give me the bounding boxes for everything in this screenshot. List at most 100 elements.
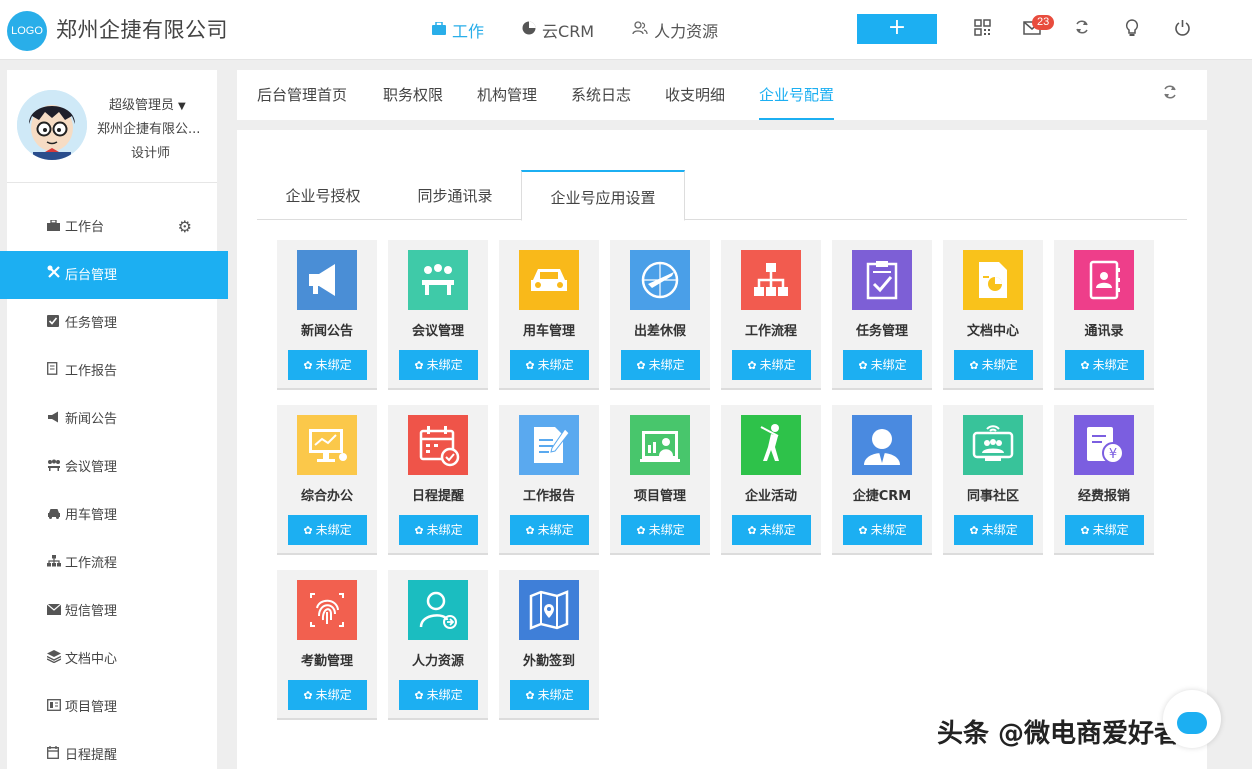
add-button[interactable]: + (857, 14, 937, 44)
bind-button[interactable]: ✿ 未绑定 (621, 515, 700, 545)
app-card[interactable]: ¥ 经费报销 ✿ 未绑定 (1054, 405, 1154, 555)
bind-button[interactable]: ✿ 未绑定 (288, 350, 367, 380)
sidebar-item-docs[interactable]: 文档中心 (7, 635, 217, 683)
office-icon (297, 415, 357, 475)
tab-organization[interactable]: 机构管理 (477, 70, 537, 120)
bind-button[interactable]: ✿ 未绑定 (510, 350, 589, 380)
sidebar-item-reports[interactable]: 工作报告 (7, 347, 217, 395)
bind-button-label: 未绑定 (537, 523, 574, 537)
bind-button[interactable]: ✿ 未绑定 (843, 515, 922, 545)
app-card[interactable]: 新闻公告 ✿ 未绑定 (277, 240, 377, 390)
mail-badge: 23 (1032, 15, 1055, 30)
app-card[interactable]: 工作流程 ✿ 未绑定 (721, 240, 821, 390)
tab-system-log[interactable]: 系统日志 (571, 70, 631, 120)
app-card[interactable]: 外勤签到 ✿ 未绑定 (499, 570, 599, 720)
avatar[interactable] (17, 90, 87, 160)
app-name: 工作流程 (744, 324, 797, 339)
app-card[interactable]: 综合办公 ✿ 未绑定 (277, 405, 377, 555)
bind-button[interactable]: ✿ 未绑定 (954, 350, 1033, 380)
tab-permissions[interactable]: 职务权限 (383, 70, 443, 120)
community-icon (963, 415, 1023, 475)
sidebar-item-projects[interactable]: 项目管理 (7, 683, 217, 731)
app-card[interactable]: 通讯录 ✿ 未绑定 (1054, 240, 1154, 390)
user-role[interactable]: 超级管理员 ▼ (109, 94, 186, 113)
app-name: 工作报告 (522, 489, 575, 504)
gear-icon: ✿ (303, 689, 313, 702)
topnav-hr-label: 人力资源 (654, 22, 719, 41)
app-card[interactable]: 企业活动 ✿ 未绑定 (721, 405, 821, 555)
app-card[interactable]: 同事社区 ✿ 未绑定 (943, 405, 1043, 555)
sidebar-item-label: 日程提醒 (65, 748, 118, 763)
gear-icon: ✿ (1080, 359, 1090, 372)
gear-icon[interactable]: ⚙ (178, 203, 192, 251)
app-card[interactable]: 会议管理 ✿ 未绑定 (388, 240, 488, 390)
sidebar-item-cars[interactable]: 用车管理 (7, 491, 217, 539)
topnav-crm[interactable]: 云CRM (522, 0, 594, 60)
bind-button[interactable]: ✿ 未绑定 (954, 515, 1033, 545)
subtab-sync-contacts[interactable]: 同步通讯录 (395, 170, 515, 220)
bind-button[interactable]: ✿ 未绑定 (510, 515, 589, 545)
app-card[interactable]: 任务管理 ✿ 未绑定 (832, 240, 932, 390)
bind-button[interactable]: ✿ 未绑定 (399, 350, 478, 380)
bind-button-label: 未绑定 (1092, 358, 1129, 372)
tab-enterprise-config[interactable]: 企业号配置 (759, 70, 835, 120)
bind-button-label: 未绑定 (1092, 523, 1129, 537)
subtab-authorization[interactable]: 企业号授权 (264, 170, 382, 220)
app-card[interactable]: 日程提醒 ✿ 未绑定 (388, 405, 488, 555)
bind-button[interactable]: ✿ 未绑定 (1065, 515, 1144, 545)
sidebar-item-label: 新闻公告 (65, 412, 118, 427)
bind-button-label: 未绑定 (648, 358, 685, 372)
bind-button[interactable]: ✿ 未绑定 (288, 515, 367, 545)
bind-button[interactable]: ✿ 未绑定 (732, 350, 811, 380)
sidebar-item-news[interactable]: 新闻公告 (7, 395, 217, 443)
bind-button[interactable]: ✿ 未绑定 (732, 515, 811, 545)
topnav-hr[interactable]: 人力资源 (632, 0, 718, 60)
app-name: 出差休假 (633, 324, 686, 339)
bind-button[interactable]: ✿ 未绑定 (399, 515, 478, 545)
caret-down-icon: ▼ (178, 101, 186, 112)
company-name: 郑州企捷有限公司 (56, 18, 228, 42)
gear-icon: ✿ (525, 524, 535, 537)
sidebar-item-workflow[interactable]: 工作流程 (7, 539, 217, 587)
sidebar-item-schedule[interactable]: 日程提醒 (7, 731, 217, 769)
bind-button-label: 未绑定 (981, 523, 1018, 537)
lightbulb-icon[interactable] (1121, 19, 1143, 41)
refresh-icon[interactable] (1071, 19, 1093, 41)
gear-icon: ✿ (414, 689, 424, 702)
app-card[interactable]: 企捷CRM ✿ 未绑定 (832, 405, 932, 555)
bind-button-label: 未绑定 (648, 523, 685, 537)
sidebar-item-tasks[interactable]: 任务管理 (7, 299, 217, 347)
bind-button[interactable]: ✿ 未绑定 (510, 680, 589, 710)
user-profile: 超级管理员 ▼ 郑州企捷有限公... 设计师 (7, 70, 217, 183)
app-card[interactable]: 用车管理 ✿ 未绑定 (499, 240, 599, 390)
app-card[interactable]: 考勤管理 ✿ 未绑定 (277, 570, 377, 720)
bind-button[interactable]: ✿ 未绑定 (399, 680, 478, 710)
report-icon (519, 415, 579, 475)
sidebar-item-sms[interactable]: 短信管理 (7, 587, 217, 635)
app-card[interactable]: 工作报告 ✿ 未绑定 (499, 405, 599, 555)
sidebar-item-backend[interactable]: 后台管理 (0, 251, 228, 299)
refresh-icon[interactable] (1162, 84, 1178, 105)
bind-button[interactable]: ✿ 未绑定 (1065, 350, 1144, 380)
power-icon[interactable] (1171, 19, 1193, 41)
app-name: 企业活动 (744, 489, 797, 504)
checkbox-icon (47, 299, 65, 347)
app-card[interactable]: 出差休假 ✿ 未绑定 (610, 240, 710, 390)
qrcode-icon[interactable] (971, 19, 993, 41)
app-card[interactable]: 文档中心 ✿ 未绑定 (943, 240, 1043, 390)
topnav-work[interactable]: 工作 (432, 0, 484, 60)
app-card[interactable]: 项目管理 ✿ 未绑定 (610, 405, 710, 555)
bind-button[interactable]: ✿ 未绑定 (288, 680, 367, 710)
app-name: 经费报销 (1077, 489, 1130, 504)
app-card[interactable]: 人力资源 ✿ 未绑定 (388, 570, 488, 720)
tab-backend-home[interactable]: 后台管理首页 (257, 70, 347, 120)
floating-help-button[interactable] (1163, 690, 1221, 748)
subtab-bar: 企业号授权 同步通讯录 企业号应用设置 (257, 170, 1187, 221)
sidebar-item-meetings[interactable]: 会议管理 (7, 443, 217, 491)
app-name: 日程提醒 (411, 489, 464, 504)
bind-button[interactable]: ✿ 未绑定 (621, 350, 700, 380)
tab-finance[interactable]: 收支明细 (665, 70, 725, 120)
sidebar-item-workbench[interactable]: 工作台 ⚙ (7, 203, 217, 251)
subtab-app-settings[interactable]: 企业号应用设置 (521, 170, 685, 221)
bind-button[interactable]: ✿ 未绑定 (843, 350, 922, 380)
